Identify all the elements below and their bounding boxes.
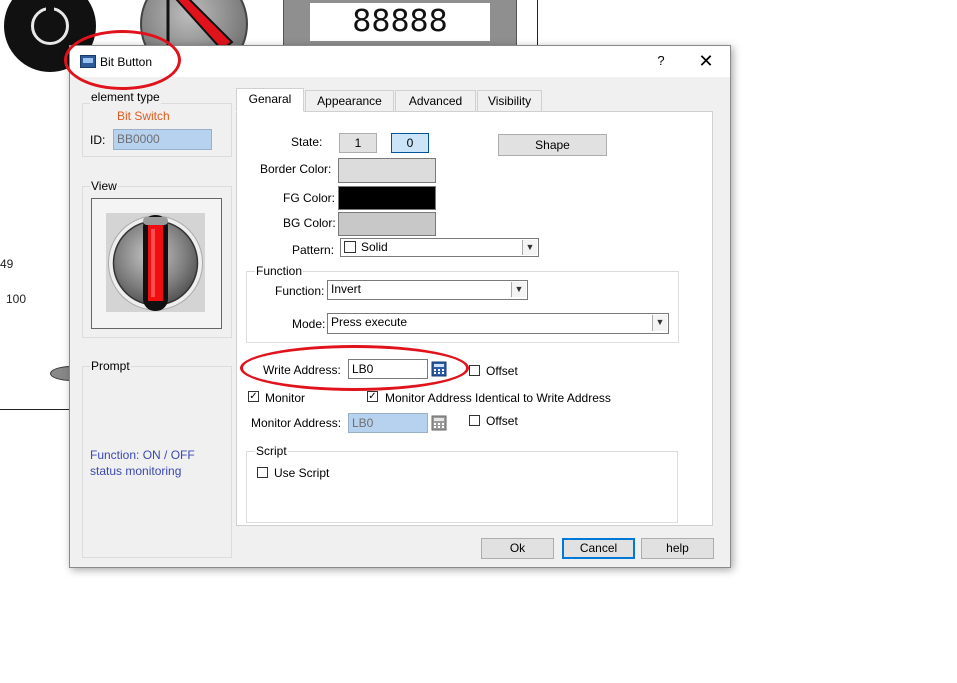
pattern-value: Solid (361, 240, 388, 254)
monitor-label: Monitor (265, 391, 306, 405)
canvas-label: 100 (6, 292, 27, 306)
tab-visibility[interactable]: Visibility (477, 90, 542, 112)
numeric-display-value: 88888 (310, 3, 490, 41)
chevron-down-icon[interactable]: ▼ (511, 282, 526, 297)
script-group (246, 451, 678, 523)
monitor-identical-label: Monitor Address Identical to Write Addre… (385, 391, 611, 405)
canvas-line (0, 409, 70, 410)
function-dropdown[interactable]: Invert ▼ (327, 280, 528, 300)
tab-advanced[interactable]: Advanced (395, 90, 476, 112)
script-group-label: Script (255, 444, 288, 458)
canvas-line (537, 0, 538, 46)
offset2-checkbox[interactable] (469, 415, 480, 426)
monitor-identical-checkbox[interactable]: ✓ (367, 391, 378, 402)
annotation-circle (64, 30, 181, 90)
shape-button[interactable]: Shape (498, 134, 607, 156)
id-label: ID: (90, 133, 106, 147)
border-color-swatch[interactable] (338, 158, 436, 183)
chevron-down-icon[interactable]: ▼ (652, 315, 667, 331)
view-group-label: View (90, 179, 118, 193)
bg-color-swatch[interactable] (338, 212, 436, 236)
fg-color-label: FG Color: (283, 191, 336, 205)
pattern-label: Pattern: (292, 243, 335, 257)
border-color-label: Border Color: (260, 162, 332, 176)
prompt-group-label: Prompt (90, 359, 131, 373)
function-label: Function: (275, 284, 325, 298)
monitor-address-label: Monitor Address: (251, 416, 342, 430)
canvas-numeric-display: 88888 (283, 0, 517, 50)
state-0-button[interactable]: 0 (391, 133, 429, 153)
pattern-swatch-icon (344, 241, 356, 253)
view-preview (91, 198, 222, 329)
id-field: BB0000 (113, 129, 212, 150)
canvas-label: 49 (0, 257, 14, 271)
tab-appearance[interactable]: Appearance (305, 90, 394, 112)
use-script-checkbox[interactable] (257, 467, 268, 478)
mode-value: Press execute (331, 315, 408, 329)
mode-label: Mode: (292, 317, 326, 331)
chevron-down-icon[interactable]: ▼ (522, 240, 537, 255)
monitor-checkbox[interactable]: ✓ (248, 391, 259, 402)
monitor-address-input: LB0 (348, 413, 428, 433)
calculator-icon (431, 415, 447, 431)
prompt-text: Function: ON / OFF status monitoring (90, 448, 195, 478)
function-group-label: Function (255, 264, 304, 278)
use-script-label: Use Script (274, 466, 330, 480)
element-type-value: Bit Switch (117, 109, 170, 123)
element-type-group-label: element type (90, 90, 161, 104)
help-button[interactable]: help (641, 538, 714, 559)
bit-button-dialog: Bit Button ? ✕ element type Bit Switch I… (69, 45, 731, 568)
ok-button[interactable]: Ok (481, 538, 554, 559)
function-value: Invert (331, 282, 362, 296)
close-icon[interactable]: ✕ (695, 51, 717, 71)
state-1-button[interactable]: 1 (339, 133, 377, 153)
cancel-button[interactable]: Cancel (562, 538, 635, 559)
offset-checkbox[interactable] (469, 365, 480, 376)
rotary-switch-icon (108, 215, 203, 311)
mode-dropdown[interactable]: Press execute ▼ (327, 313, 669, 334)
offset2-label: Offset (486, 414, 518, 428)
fg-color-swatch[interactable] (338, 186, 436, 210)
state-label: State: (291, 135, 323, 149)
annotation-circle (240, 345, 469, 391)
bg-color-label: BG Color: (283, 216, 336, 230)
tab-general[interactable]: Genaral (236, 88, 304, 112)
pattern-dropdown[interactable]: Solid ▼ (340, 238, 539, 257)
offset-label: Offset (486, 364, 518, 378)
help-icon[interactable]: ? (653, 53, 669, 71)
